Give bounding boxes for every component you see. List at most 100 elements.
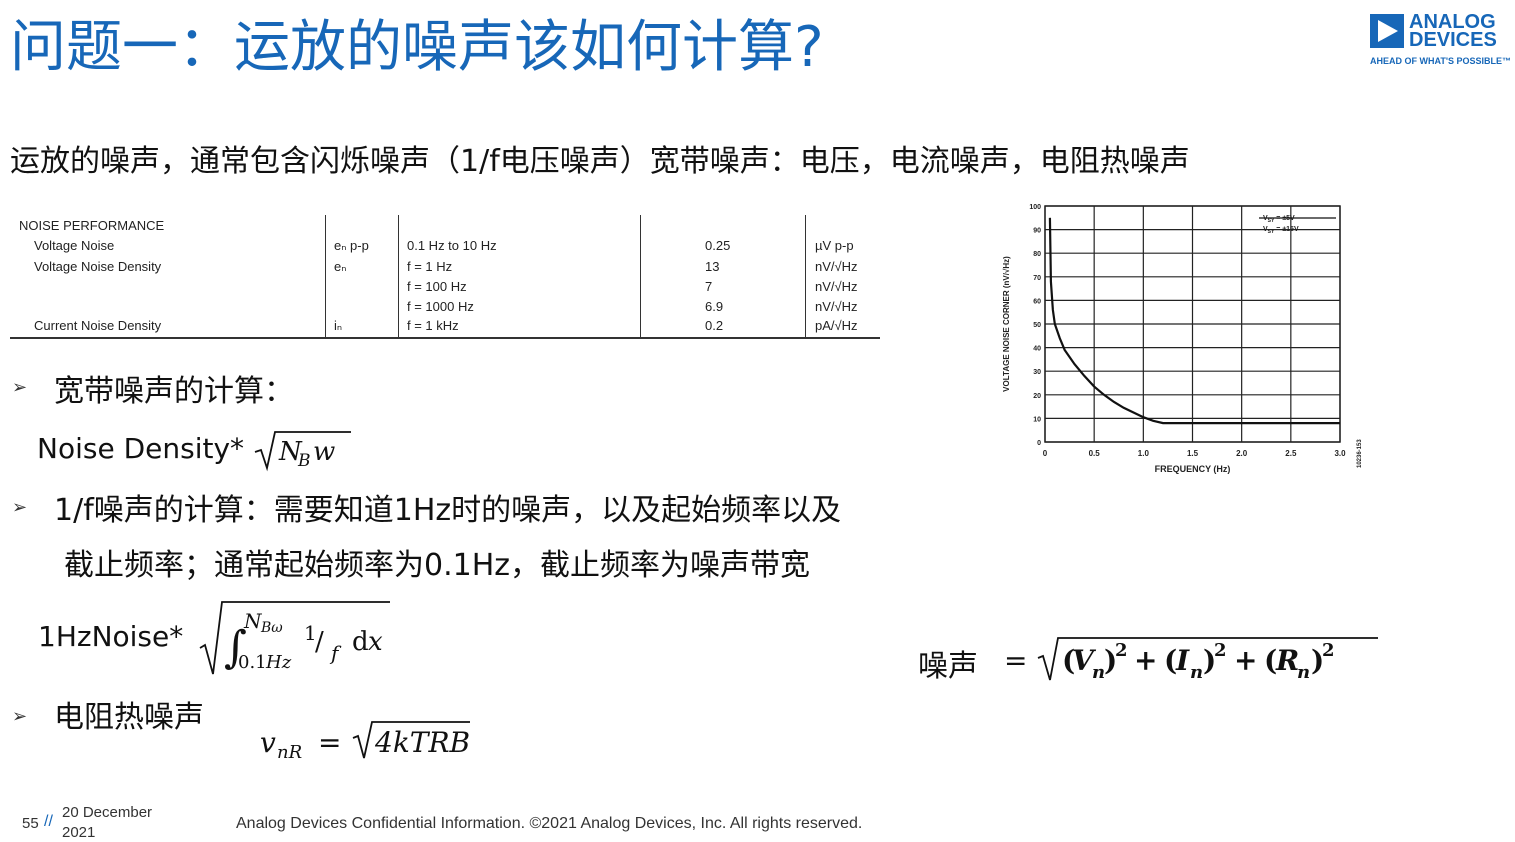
chart-x-tick-label: 1.5 bbox=[1187, 449, 1199, 458]
logo-tagline: AHEAD OF WHAT'S POSSIBLE™ bbox=[1370, 56, 1511, 66]
svg-text:n: n bbox=[1190, 662, 1203, 683]
chart-y-tick-label: 20 bbox=[1033, 393, 1041, 400]
bullet-arrow-icon: ➢ bbox=[12, 497, 28, 518]
chart-x-tick-label: 2.5 bbox=[1285, 449, 1297, 458]
table-cell-unit: nV/√Hz bbox=[815, 299, 858, 314]
svg-text:+: + bbox=[1234, 644, 1257, 677]
page-title: 问题一：运放的噪声该如何计算? bbox=[10, 15, 824, 80]
table-cell-value: 6.9 bbox=[705, 299, 724, 314]
svg-text:x: x bbox=[368, 627, 383, 657]
svg-text:0.1: 0.1 bbox=[238, 652, 267, 673]
sqrt-integral-icon: ∫ N Bω 0.1 Hz 1 / f d x bbox=[199, 601, 390, 675]
chart-x-tick-label: 3.0 bbox=[1334, 449, 1346, 458]
table-cell-param: Voltage Noise Density bbox=[34, 259, 162, 274]
formula-thermal-noise-icon: v nR = 4kTRB bbox=[260, 721, 470, 763]
bullet-1f-noise-line1: 1/f噪声的计算：需要知道1Hz时的噪声，以及起始频率以及 bbox=[54, 493, 842, 528]
svg-text:n: n bbox=[1297, 662, 1310, 683]
noise-performance-table: NOISE PERFORMANCE Voltage Noise eₙ p-p 0… bbox=[10, 215, 880, 339]
chart-y-tick-label: 10 bbox=[1033, 416, 1041, 423]
footer-separator: // bbox=[44, 813, 53, 830]
chart-y-tick-label: 50 bbox=[1033, 322, 1041, 329]
table-cell-condition: f = 100 Hz bbox=[407, 279, 467, 294]
table-cell-condition: f = 1 Hz bbox=[407, 259, 453, 274]
table-cell-condition: f = 1000 Hz bbox=[407, 299, 474, 314]
bullet-resistor-thermal-noise: 电阻热噪声 bbox=[54, 700, 204, 735]
svg-text:nR: nR bbox=[277, 742, 302, 763]
svg-text:2: 2 bbox=[1214, 640, 1227, 661]
bullet-arrow-icon: ➢ bbox=[12, 706, 28, 727]
formula-total-noise-icon: = ( V n ) 2 + ( I n ) 2 + ( R n ) 2 bbox=[1004, 637, 1378, 683]
chart-y-tick-label: 70 bbox=[1033, 275, 1041, 282]
chart-series-line bbox=[1048, 217, 1340, 425]
bullet-wideband-noise: 宽带噪声的计算： bbox=[54, 374, 294, 409]
table-divider bbox=[640, 215, 641, 339]
analog-devices-logo: ANALOG DEVICES AHEAD OF WHAT'S POSSIBLE™ bbox=[1370, 12, 1511, 72]
chart-x-tick-label: 2.0 bbox=[1236, 449, 1248, 458]
chart-x-tick-label: 0.5 bbox=[1089, 449, 1101, 458]
bullet-1f-noise-line2: 截止频率；通常起始频率为0.1Hz，截止频率为噪声带宽 bbox=[64, 548, 811, 583]
table-divider bbox=[325, 215, 326, 339]
table-cell-condition: 0.1 Hz to 10 Hz bbox=[407, 238, 497, 253]
svg-text:w: w bbox=[313, 437, 335, 467]
chart-y-tick-label: 100 bbox=[1029, 204, 1041, 211]
table-cell-param: Voltage Noise bbox=[34, 238, 115, 253]
table-bottom-rule bbox=[10, 337, 880, 339]
table-cell-value: 7 bbox=[705, 279, 713, 294]
chart-y-tick-label: 0 bbox=[1037, 440, 1041, 447]
svg-text:=: = bbox=[1004, 644, 1027, 677]
chart-x-tick-label: 0 bbox=[1043, 449, 1048, 458]
chart-grid bbox=[1044, 205, 1341, 443]
chart-y-tick-label: 60 bbox=[1033, 298, 1041, 305]
formula-noise-density: Noise Density* N B w bbox=[37, 428, 353, 472]
chart-y-tick-label: 90 bbox=[1033, 228, 1041, 235]
total-noise-label: 噪声 bbox=[918, 649, 978, 684]
chart-legend: VSY = ±5VVSY = ±15V bbox=[1259, 215, 1336, 235]
chart-ticks: 0 0.5 1.0 1.5 2.0 2.5 3.0 0 10 20 30 40 50 60 70 80 90 10… bbox=[1029, 204, 1346, 458]
svg-text:Bω: Bω bbox=[260, 620, 283, 636]
chart-y-tick-label: 40 bbox=[1033, 346, 1041, 353]
svg-text:N: N bbox=[243, 609, 263, 633]
subtitle: 运放的噪声，通常包含闪烁噪声（1/f电压噪声）宽带噪声：电压，电流噪声，电阻热噪… bbox=[10, 144, 1190, 179]
svg-text:R: R bbox=[1275, 644, 1299, 677]
bullet-arrow-icon: ➢ bbox=[12, 377, 28, 398]
table-cell-symbol: iₙ bbox=[334, 318, 343, 333]
svg-text:/: / bbox=[315, 627, 324, 657]
svg-text:=: = bbox=[318, 726, 341, 759]
sqrt-nb-w-icon: N B w bbox=[254, 431, 351, 472]
footer-date-line1: 20 December bbox=[62, 804, 153, 821]
chart-series bbox=[1048, 217, 1340, 425]
footer-date-line2: 2021 bbox=[62, 824, 96, 841]
svg-text:Hz: Hz bbox=[265, 652, 292, 673]
table-section-header: NOISE PERFORMANCE bbox=[19, 218, 165, 233]
svg-text:2: 2 bbox=[1115, 640, 1128, 661]
page-number: 55 bbox=[22, 815, 39, 832]
svg-text:v: v bbox=[260, 726, 276, 759]
svg-text:+: + bbox=[1134, 644, 1157, 677]
table-cell-unit: nV/√Hz bbox=[815, 259, 858, 274]
table-cell-value: 0.2 bbox=[705, 318, 724, 333]
chart-figure-number: 10236-153 bbox=[1357, 439, 1363, 468]
chart-y-axis-label: VOLTAGE NOISE CORNER (nV/√Hz) bbox=[1002, 256, 1011, 392]
voltage-noise-corner-chart: 0 0.5 1.0 1.5 2.0 2.5 3.0 0 10 20 30 40 50 60 70 80 90 10… bbox=[1002, 204, 1363, 474]
table-cell-param: Current Noise Density bbox=[34, 318, 162, 333]
table-cell-condition: f = 1 kHz bbox=[407, 318, 459, 333]
table-cell-symbol: eₙ p-p bbox=[334, 238, 369, 253]
svg-text:I: I bbox=[1175, 644, 1190, 677]
svg-text:2: 2 bbox=[1322, 640, 1335, 661]
footer-legal-text: Analog Devices Confidential Information.… bbox=[236, 815, 863, 832]
svg-text:f: f bbox=[329, 641, 342, 665]
table-cell-unit: nV/√Hz bbox=[815, 279, 858, 294]
table-divider bbox=[398, 215, 399, 339]
svg-text:d: d bbox=[352, 627, 369, 657]
table-cell-symbol: eₙ bbox=[334, 259, 347, 274]
table-cell-unit: pA/√Hz bbox=[815, 318, 858, 333]
table-cell-unit: µV p-p bbox=[815, 238, 854, 253]
chart-x-tick-label: 1.0 bbox=[1138, 449, 1150, 458]
chart-legend-label: VSY = ±15V bbox=[1263, 226, 1299, 235]
svg-text:B: B bbox=[297, 451, 311, 471]
logo-line2: DEVICES bbox=[1409, 29, 1497, 51]
formula-1hz-noise-prefix: 1HzNoise* bbox=[38, 620, 184, 653]
chart-x-axis-label: FREQUENCY (Hz) bbox=[1155, 464, 1231, 474]
svg-text:4kTRB: 4kTRB bbox=[374, 726, 470, 759]
table-divider bbox=[805, 215, 806, 339]
